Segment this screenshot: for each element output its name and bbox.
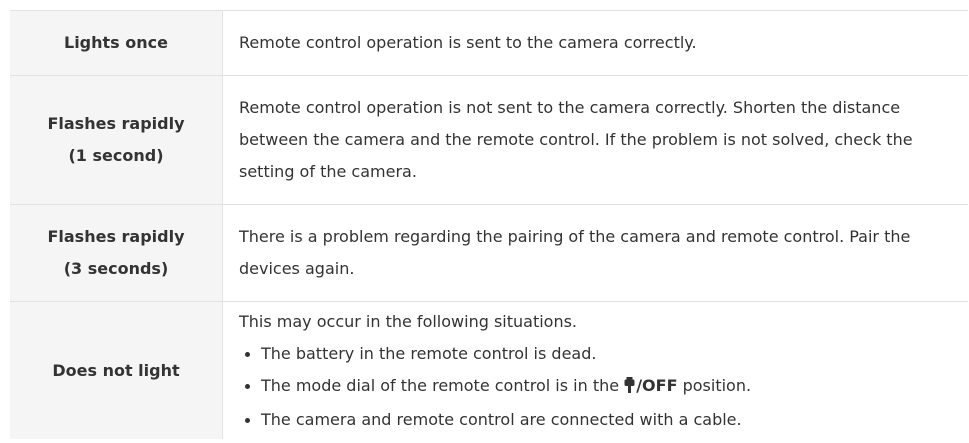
status-description: There is a problem regarding the pairing… xyxy=(222,204,968,302)
led-status-table: Lights once Remote control operation is … xyxy=(10,10,968,439)
status-label: Flashes rapidly (1 second) xyxy=(10,75,223,205)
description-text: Remote control operation is not sent to … xyxy=(239,98,913,181)
list-item: The camera and remote control are connec… xyxy=(243,404,956,436)
description-text: There is a problem regarding the pairing… xyxy=(239,227,911,278)
off-position-label: /OFF xyxy=(636,375,678,395)
table-row: Does not light This may occur in the fol… xyxy=(10,301,968,439)
list-item-text: The camera and remote control are connec… xyxy=(261,409,742,429)
status-label-line: Flashes rapidly xyxy=(47,227,185,246)
status-description: Remote control operation is not sent to … xyxy=(222,75,968,205)
description-text: Remote control operation is sent to the … xyxy=(239,33,697,52)
table-row: Flashes rapidly (1 second) Remote contro… xyxy=(10,75,968,205)
table-row: Lights once Remote control operation is … xyxy=(10,10,968,76)
table-row: Flashes rapidly (3 seconds) There is a p… xyxy=(10,204,968,302)
status-label: Flashes rapidly (3 seconds) xyxy=(10,204,223,302)
status-label: Does not light xyxy=(10,301,223,439)
status-label-line: Flashes rapidly xyxy=(47,114,185,133)
position-suffix: position. xyxy=(682,375,752,395)
list-item: The mode dial of the remote control is i… xyxy=(243,370,956,404)
list-item: The battery in the remote control is dea… xyxy=(243,338,956,370)
situation-list: The battery in the remote control is dea… xyxy=(239,338,956,436)
list-item-text: The mode dial of the remote control is i… xyxy=(261,375,620,395)
list-item-text: The battery in the remote control is dea… xyxy=(261,343,597,363)
status-label: Lights once xyxy=(10,10,223,76)
status-label-line: (1 second) xyxy=(68,146,164,165)
status-description: This may occur in the following situatio… xyxy=(222,301,968,439)
status-description: Remote control operation is sent to the … xyxy=(222,10,968,76)
power-switch-icon xyxy=(624,372,635,404)
description-intro: This may occur in the following situatio… xyxy=(239,311,578,331)
status-label-line: (3 seconds) xyxy=(63,259,169,278)
